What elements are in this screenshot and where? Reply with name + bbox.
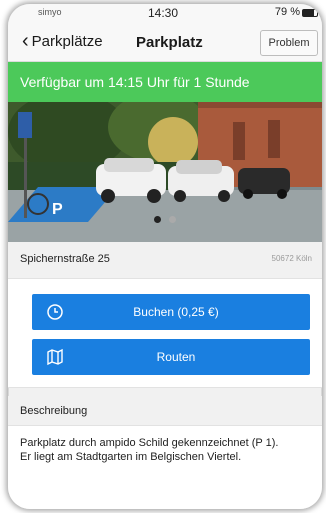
description-header: Beschreibung <box>8 396 322 426</box>
chevron-left-icon: ‹ <box>22 30 29 52</box>
description-body: Parkplatz durch ampido Schild gekennzeic… <box>8 426 322 509</box>
problem-button[interactable]: Problem <box>260 30 318 56</box>
description-heading: Beschreibung <box>20 405 88 417</box>
battery-percent: 79 % <box>274 6 300 18</box>
zip-city: 50672 Köln <box>271 254 312 263</box>
actions-card: Buchen (0,25 €) Routen <box>8 278 322 388</box>
battery-icon <box>302 9 318 17</box>
carousel-dot-active[interactable] <box>153 216 161 223</box>
book-button[interactable]: Buchen (0,25 €) <box>32 294 310 330</box>
route-label: Routen <box>156 350 196 364</box>
carousel-dot[interactable] <box>169 216 177 223</box>
status-bar: simyo 14:30 79 % <box>8 4 322 24</box>
back-label: Parkplätze <box>31 32 103 50</box>
availability-banner: Verfügbar um 14:15 Uhr für 1 Stunde <box>8 62 322 102</box>
address-row: Spichernstraße 25 50672 Köln <box>8 242 322 278</box>
carousel-pagination[interactable] <box>8 210 322 228</box>
back-button[interactable]: ‹ Parkplätze <box>22 30 103 52</box>
book-label: Buchen (0,25 €) <box>133 305 219 319</box>
phone-frame: simyo 14:30 79 % ‹ Parkplätze Parkplatz … <box>8 4 322 509</box>
route-button[interactable]: Routen <box>32 339 310 375</box>
clock: 14:30 <box>148 6 179 20</box>
street-address: Spichernstraße 25 <box>20 253 110 265</box>
page-title: Parkplatz <box>136 34 203 51</box>
description-text: Parkplatz durch ampido Schild gekennzeic… <box>20 437 279 463</box>
carrier-label: simyo <box>38 7 62 17</box>
navigation-bar: ‹ Parkplätze Parkplatz Problem <box>8 24 322 62</box>
parking-photo-carousel[interactable]: P <box>8 102 322 242</box>
